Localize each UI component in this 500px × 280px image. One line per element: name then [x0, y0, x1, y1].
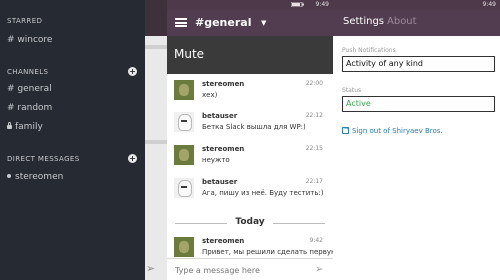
push-notifications-label: Push Notifications: [342, 47, 396, 54]
channels-heading: CHANNELS: [7, 68, 49, 76]
send-icon[interactable]: ➢: [315, 264, 326, 275]
sidebar-item-label: family: [15, 122, 43, 132]
status-bar: 9:49: [167, 0, 333, 10]
message-text: Ага, пишу из неё. Буду тестить:): [202, 189, 324, 197]
message-text: неужто: [202, 156, 230, 164]
message-author[interactable]: betauser: [202, 178, 237, 186]
add-channel-icon[interactable]: +: [128, 67, 137, 76]
channel-header: #general ▼: [167, 10, 333, 36]
message-item: stereomen 22:15 неужто: [174, 145, 329, 175]
chevron-down-icon[interactable]: ▼: [261, 19, 266, 27]
message-input[interactable]: [175, 263, 305, 277]
menu-icon[interactable]: [175, 18, 187, 27]
message-author[interactable]: stereomen: [202, 237, 244, 245]
sidebar-item-stereomen[interactable]: stereomen: [7, 172, 63, 182]
starred-heading: STARRED: [7, 17, 43, 25]
peek-divider: [145, 45, 167, 49]
message-author[interactable]: betauser: [202, 112, 237, 120]
tab-settings[interactable]: Settings: [343, 16, 384, 27]
avatar[interactable]: [174, 80, 194, 100]
message-item: betauser 22:12 Бетка Slack вышла для WP:…: [174, 112, 329, 142]
message-time: 22:17: [305, 178, 323, 185]
avatar[interactable]: [174, 145, 194, 165]
mute-button[interactable]: Mute: [174, 47, 204, 61]
avatar[interactable]: [174, 112, 194, 132]
sidebar-screen: ➢ STARRED # wincore CHANNELS + # general…: [0, 0, 167, 280]
status-label: Status: [342, 87, 362, 94]
sign-out-icon: [342, 125, 349, 134]
message-author[interactable]: stereomen: [202, 80, 244, 88]
lock-icon: [7, 122, 12, 129]
sidebar-item-general[interactable]: # general: [7, 84, 52, 94]
presence-icon: [7, 174, 11, 178]
message-time: 22:15: [305, 145, 323, 152]
add-direct-message-icon[interactable]: +: [128, 154, 137, 163]
direct-messages-heading: DIRECT MESSAGES: [7, 155, 80, 163]
sidebar-item-wincore[interactable]: # wincore: [7, 35, 52, 45]
message-text: хех): [202, 91, 218, 99]
message-time: 22:12: [305, 112, 323, 119]
avatar[interactable]: [174, 237, 194, 257]
status-time: 9:49: [315, 1, 329, 8]
sidebar-item-random[interactable]: # random: [7, 103, 52, 113]
channel-title[interactable]: #general: [195, 16, 251, 29]
sidebar: STARRED # wincore CHANNELS + # general #…: [0, 0, 145, 280]
divider-line: [273, 223, 325, 224]
sign-out-label: Sign out of Shiryaev Bros.: [352, 127, 443, 135]
message-text: Бетка Slack вышла для WP:): [202, 123, 306, 131]
compose-bar: ➢: [167, 258, 333, 280]
push-notifications-select[interactable]: Activity of any kind: [342, 56, 495, 72]
send-icon: ➢: [146, 262, 156, 275]
channel-screen: 9:49 #general ▼ Mute stereomen 22:00 хех…: [167, 0, 333, 280]
sidebar-item-family[interactable]: family: [7, 122, 43, 132]
message-text: Привет, мы решили сделать первую: [202, 248, 333, 256]
settings-header: Settings About: [333, 10, 500, 36]
tab-about[interactable]: About: [387, 16, 417, 27]
sign-out-link[interactable]: Sign out of Shiryaev Bros.: [342, 125, 443, 135]
status-select[interactable]: Active: [342, 96, 495, 112]
avatar[interactable]: [174, 178, 194, 198]
mute-bar[interactable]: Mute: [167, 36, 333, 74]
message-item: betauser 22:17 Ага, пишу из неё. Буду те…: [174, 178, 329, 208]
sidebar-item-label: stereomen: [15, 172, 64, 182]
settings-screen: 9:49 Settings About Push Notifications A…: [333, 0, 500, 280]
message-item: stereomen 22:00 хех): [174, 80, 329, 110]
message-time: 22:00: [305, 80, 323, 87]
battery-icon: [291, 2, 304, 7]
status-time: 9:49: [482, 1, 496, 8]
date-divider-label: Today: [235, 217, 265, 227]
status-bar: 9:49: [333, 0, 500, 10]
message-author[interactable]: stereomen: [202, 145, 244, 153]
message-time: 9:42: [309, 237, 323, 244]
peek-divider: [145, 140, 167, 144]
date-divider: Today: [167, 217, 333, 229]
